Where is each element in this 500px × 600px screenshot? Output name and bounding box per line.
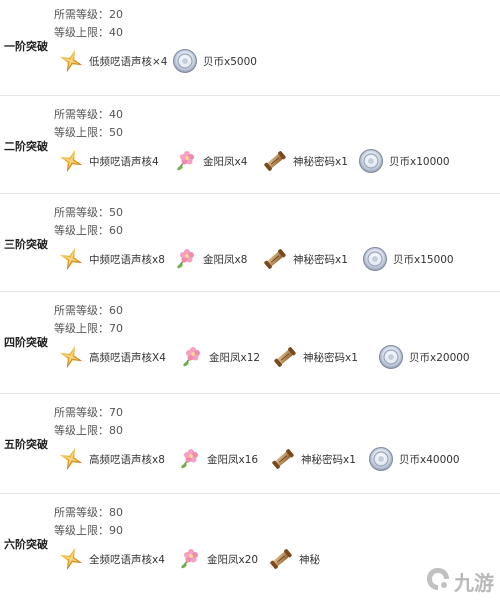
level-cap: 等级上限：60: [54, 224, 123, 237]
material-label: 神秘密码x1: [303, 351, 358, 364]
scroll-icon: [272, 344, 298, 370]
flower-icon: [176, 446, 202, 472]
material-label: 贝币x5000: [203, 55, 257, 68]
scroll-icon: [262, 148, 288, 174]
required-level: 所需等级：60: [54, 304, 123, 317]
tier-label: 三阶突破: [4, 238, 48, 251]
tier-divider: [0, 393, 500, 394]
material-label: 中频呓语声核4: [89, 155, 159, 168]
material-item: 金阳凤x4: [172, 148, 247, 174]
material-label: 贝币x10000: [389, 155, 450, 168]
material-label: 金阳凤x20: [207, 553, 259, 566]
required-level: 所需等级：40: [54, 108, 123, 121]
tier-block: 四阶突破 所需等级：60 等级上限：70 高频呓语声核X4 金阳凤x12 神秘密码x1 贝币…: [0, 291, 500, 396]
material-item: 金阳凤x16: [176, 446, 258, 472]
coin-icon: [368, 446, 394, 472]
material-label: 金阳凤x16: [207, 453, 259, 466]
material-item: 贝币x5000: [172, 48, 257, 74]
material-label: 神秘密码x1: [293, 253, 348, 266]
star-shard-icon: [58, 344, 84, 370]
material-label: 贝币x20000: [409, 351, 470, 364]
tier-label: 四阶突破: [4, 336, 48, 349]
material-item: 全频呓语声核x4: [58, 546, 165, 572]
material-item: 高频呓语声核x8: [58, 446, 165, 472]
star-shard-icon: [58, 148, 84, 174]
material-label: 神秘密码x1: [293, 155, 348, 168]
flower-icon: [176, 546, 202, 572]
material-item: 贝币x15000: [362, 246, 454, 272]
scroll-icon: [270, 446, 296, 472]
material-item: 神秘: [268, 546, 320, 572]
coin-icon: [172, 48, 198, 74]
material-item: 贝币x40000: [368, 446, 460, 472]
tier-block: 二阶突破 所需等级：40 等级上限：50 中频呓语声核4 金阳凤x4 神秘密码x1 贝币x1…: [0, 95, 500, 200]
material-label: 高频呓语声核x8: [89, 453, 165, 466]
material-item: 高频呓语声核X4: [58, 344, 166, 370]
material-label: 金阳凤x12: [209, 351, 261, 364]
material-item: 中频呓语声核x8: [58, 246, 165, 272]
material-label: 金阳凤x4: [203, 155, 248, 168]
flower-icon: [178, 344, 204, 370]
required-level: 所需等级：70: [54, 406, 123, 419]
required-level: 所需等级：20: [54, 8, 123, 21]
tier-block: 三阶突破 所需等级：50 等级上限：60 中频呓语声核x8 金阳凤x8 神秘密码x1 贝币x…: [0, 193, 500, 298]
level-cap: 等级上限：70: [54, 322, 123, 335]
level-cap: 等级上限：40: [54, 26, 123, 39]
tier-label: 六阶突破: [4, 538, 48, 551]
level-cap: 等级上限：50: [54, 126, 123, 139]
coin-icon: [358, 148, 384, 174]
material-item: 神秘密码x1: [272, 344, 358, 370]
watermark: 九游: [425, 566, 494, 596]
material-item: 神秘密码x1: [270, 446, 356, 472]
star-shard-icon: [58, 446, 84, 472]
star-shard-icon: [58, 546, 84, 572]
material-item: 神秘密码x1: [262, 148, 348, 174]
material-item: 贝币x20000: [378, 344, 470, 370]
tier-label: 二阶突破: [4, 140, 48, 153]
tier-divider: [0, 193, 500, 194]
flower-icon: [172, 246, 198, 272]
material-label: 贝币x15000: [393, 253, 454, 266]
watermark-text: 九游: [454, 570, 494, 595]
scroll-icon: [268, 546, 294, 572]
material-label: 贝币x40000: [399, 453, 460, 466]
material-item: 中频呓语声核4: [58, 148, 159, 174]
material-item: 贝币x10000: [358, 148, 450, 174]
material-label: 中频呓语声核x8: [89, 253, 165, 266]
tier-block: 一阶突破 所需等级：20 等级上限：40 低频呓语声核×4 贝币x5000: [0, 0, 500, 100]
jiuyou-logo-icon: [425, 566, 451, 596]
tier-divider: [0, 291, 500, 292]
material-item: 神秘密码x1: [262, 246, 348, 272]
material-label: 高频呓语声核X4: [89, 351, 166, 364]
level-cap: 等级上限：80: [54, 424, 123, 437]
level-cap: 等级上限：90: [54, 524, 123, 537]
material-label: 神秘: [299, 553, 320, 566]
tier-label: 一阶突破: [4, 40, 48, 53]
material-label: 低频呓语声核×4: [89, 55, 168, 68]
material-label: 神秘密码x1: [301, 453, 356, 466]
material-label: 全频呓语声核x4: [89, 553, 165, 566]
material-item: 金阳凤x8: [172, 246, 247, 272]
coin-icon: [378, 344, 404, 370]
material-label: 金阳凤x8: [203, 253, 248, 266]
flower-icon: [172, 148, 198, 174]
coin-icon: [362, 246, 388, 272]
material-item: 低频呓语声核×4: [58, 48, 167, 74]
star-shard-icon: [58, 48, 84, 74]
required-level: 所需等级：80: [54, 506, 123, 519]
material-item: 金阳凤x20: [176, 546, 258, 572]
required-level: 所需等级：50: [54, 206, 123, 219]
tier-label: 五阶突破: [4, 438, 48, 451]
tier-divider: [0, 493, 500, 494]
material-item: 金阳凤x12: [178, 344, 260, 370]
tier-block: 五阶突破 所需等级：70 等级上限：80 高频呓语声核x8 金阳凤x16 神秘密码x1 贝币…: [0, 393, 500, 498]
tier-divider: [0, 95, 500, 96]
star-shard-icon: [58, 246, 84, 272]
scroll-icon: [262, 246, 288, 272]
